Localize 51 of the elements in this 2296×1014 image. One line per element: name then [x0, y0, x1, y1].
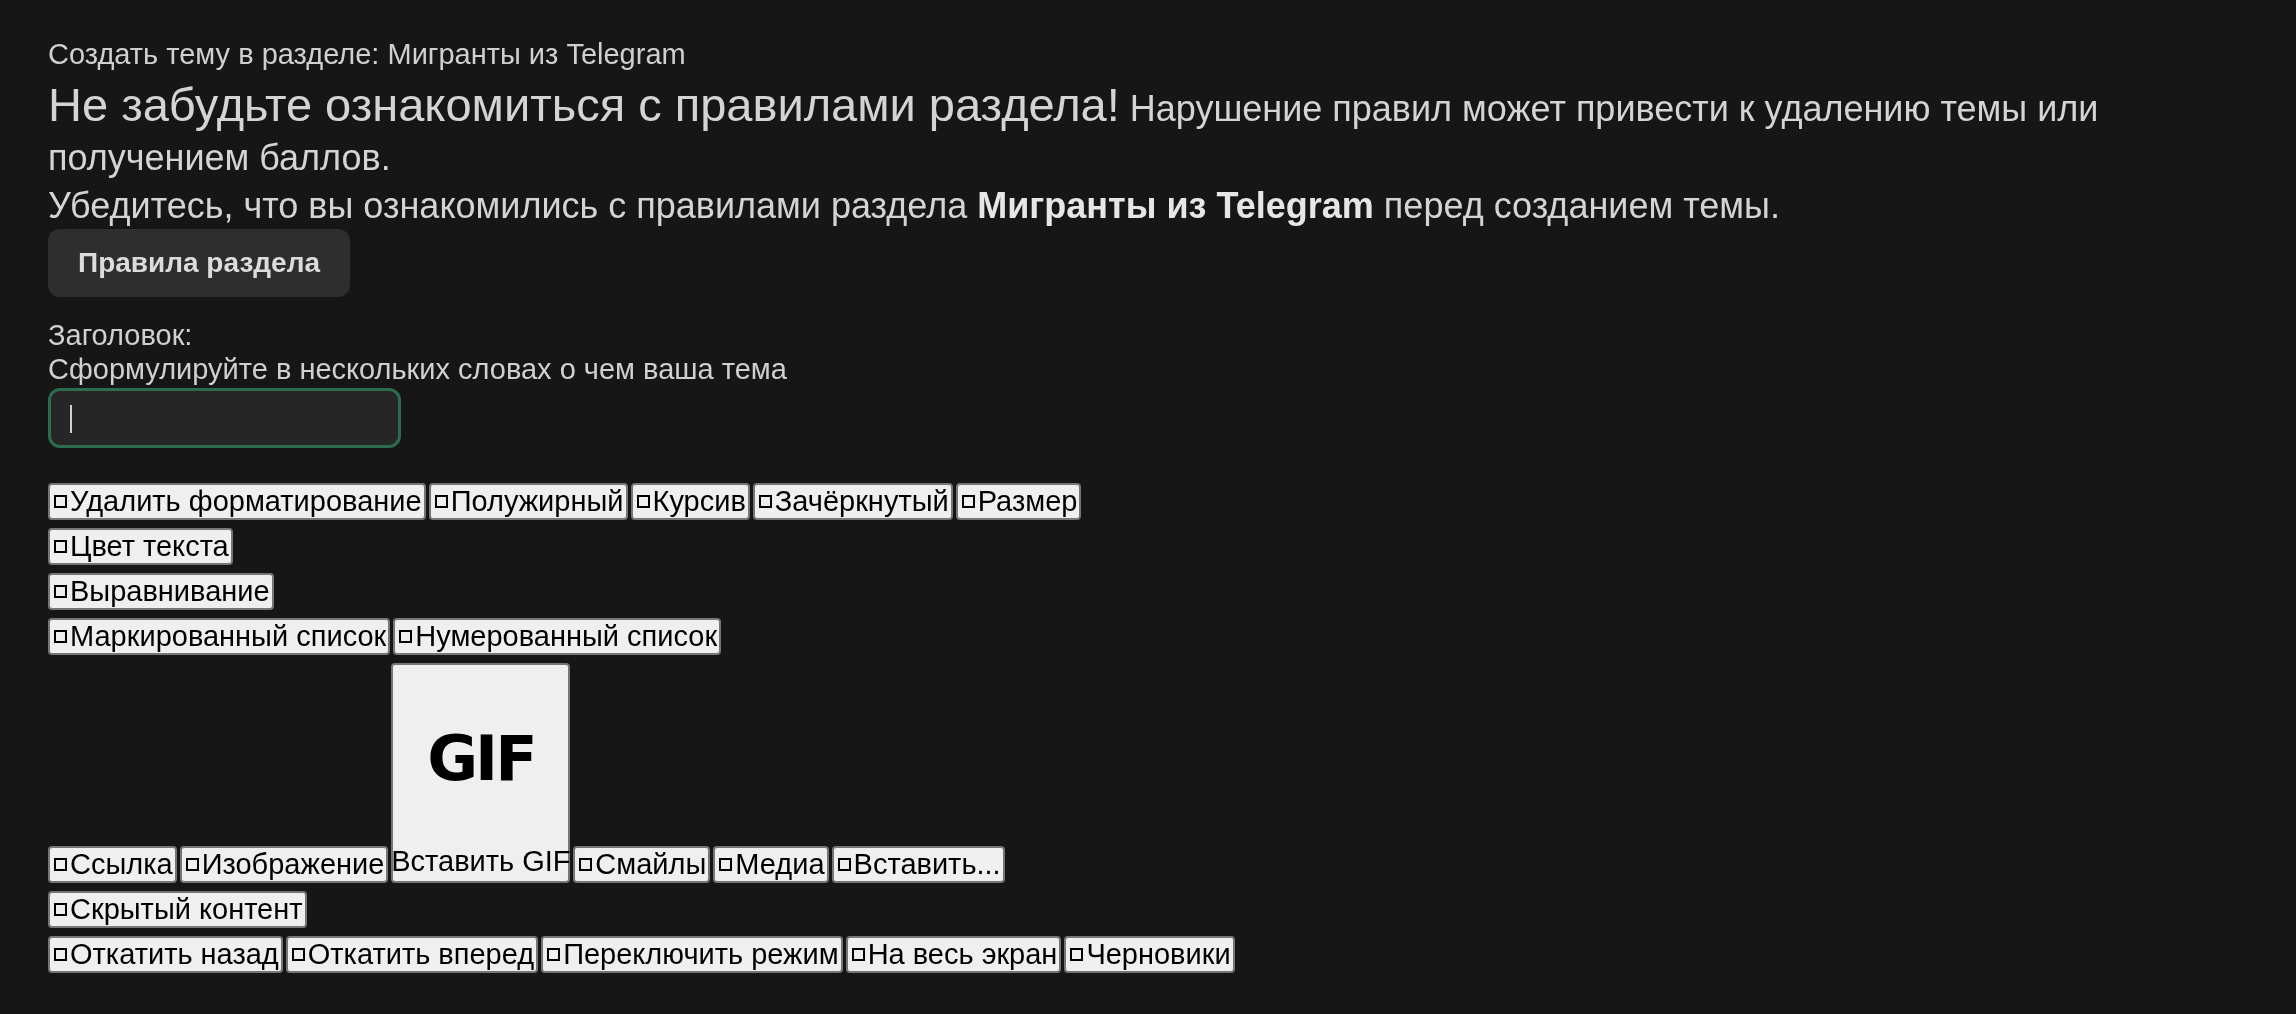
toolbar-button[interactable]: На весь экран — [845, 936, 1062, 973]
square-icon — [636, 495, 650, 508]
toolbar-button[interactable]: Нумерованный список — [393, 618, 722, 655]
field-label: Заголовок: — [48, 318, 193, 352]
gif-logo: GIF — [427, 728, 535, 790]
toolbar-button[interactable]: Переключить режим — [541, 936, 843, 973]
toolbar-button[interactable]: Полужирный — [428, 483, 628, 520]
square-icon — [54, 585, 67, 598]
square-icon — [54, 858, 67, 871]
square-icon — [837, 858, 851, 871]
toolbar-button[interactable]: Черновики — [1064, 936, 1235, 973]
gif-button-label: Вставить GIF — [391, 847, 571, 876]
toolbar-button[interactable]: Зачёркнутый — [752, 483, 953, 520]
square-icon — [579, 858, 593, 871]
gif-button[interactable]: GIF Вставить GIF — [391, 663, 571, 883]
square-icon — [185, 858, 199, 871]
toolbar-button[interactable]: Выравнивание — [48, 573, 274, 610]
field-hint: Сформулируйте в нескольких словах о чем ваша тема — [48, 352, 787, 386]
toolbar-button[interactable]: Вставить... — [831, 846, 1005, 883]
square-icon — [399, 630, 413, 643]
toolbar-button[interactable]: Размер — [955, 483, 1082, 520]
toolbar-button[interactable]: Курсив — [630, 483, 750, 520]
toolbar-button[interactable]: Откатить назад — [48, 936, 283, 973]
rules-button[interactable]: Правила раздела — [48, 229, 350, 297]
square-icon — [1070, 948, 1084, 961]
square-icon — [961, 495, 975, 508]
square-icon — [434, 495, 448, 508]
toolbar-button[interactable]: Откатить вперед — [285, 936, 539, 973]
toolbar-button[interactable]: Цвет текста — [48, 528, 233, 565]
text-cursor-icon — [70, 405, 72, 433]
toolbar-button[interactable]: Медиа — [713, 846, 829, 883]
square-icon — [54, 630, 67, 643]
square-icon — [54, 540, 67, 553]
square-icon — [54, 495, 67, 508]
toolbar-button[interactable]: Смайлы — [573, 846, 711, 883]
toolbar-button[interactable]: Скрытый контент — [48, 891, 307, 928]
rules-warning: Не забудьте ознакомиться с правилами раздела! Нарушение правил может привести к удалению темы или получением баллов. — [48, 80, 2100, 180]
square-icon — [54, 948, 67, 961]
toolbar-button[interactable]: Удалить форматирование — [48, 483, 426, 520]
square-icon — [54, 903, 67, 916]
breadcrumb-text: Создать тему в разделе: Мигранты из Telegram — [48, 38, 686, 70]
toolbar-button[interactable]: Ссылка — [48, 846, 177, 883]
square-icon — [547, 948, 561, 961]
toolbar-button[interactable]: Изображение — [179, 846, 389, 883]
rules-reminder: Убедитесь, что вы ознакомились с правилами раздела Мигранты из Telegram перед созданием темы. — [48, 184, 1780, 228]
square-icon — [851, 948, 865, 961]
title-input[interactable] — [48, 388, 401, 448]
square-icon — [291, 948, 305, 961]
square-icon — [719, 858, 733, 871]
square-icon — [758, 495, 772, 508]
toolbar-button[interactable]: Маркированный список — [48, 618, 391, 655]
